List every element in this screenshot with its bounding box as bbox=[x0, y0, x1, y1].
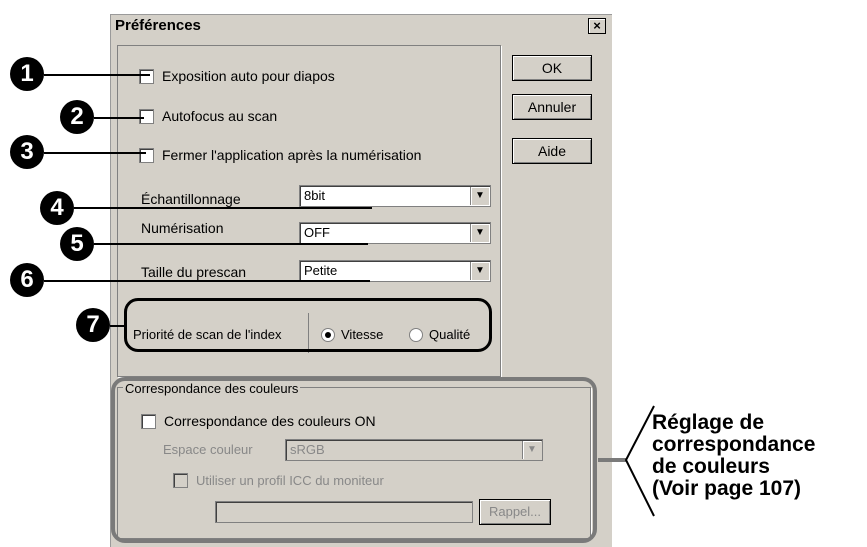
prescan-size-label: Taille du prescan bbox=[141, 264, 247, 280]
callout-4: 4 bbox=[40, 191, 74, 225]
color-matching-highlight bbox=[111, 377, 597, 543]
callout-2: 2 bbox=[60, 100, 94, 134]
annotation-line-1: Réglage de bbox=[652, 411, 765, 434]
callout-4-line bbox=[74, 207, 372, 209]
chevron-down-icon[interactable]: ▼ bbox=[470, 187, 489, 205]
sampling-value: 8bit bbox=[304, 188, 325, 203]
auto-exposure-row[interactable]: Exposition auto pour diapos bbox=[139, 66, 335, 86]
auto-exposure-checkbox[interactable] bbox=[139, 68, 154, 84]
scan-mode-select[interactable]: OFF ▼ bbox=[299, 222, 491, 244]
autofocus-row[interactable]: Autofocus au scan bbox=[139, 106, 277, 126]
sampling-label: Échantillonnage bbox=[141, 191, 241, 207]
dialog-title: Préférences bbox=[115, 17, 201, 34]
close-after-label: Fermer l'application après la numérisati… bbox=[162, 147, 422, 163]
callout-2-line bbox=[94, 117, 144, 119]
autofocus-label: Autofocus au scan bbox=[162, 108, 278, 124]
sampling-select[interactable]: 8bit ▼ bbox=[299, 185, 491, 207]
annotation-line-2: correspondance bbox=[652, 433, 816, 456]
callout-5: 5 bbox=[60, 227, 94, 261]
index-priority-highlight bbox=[124, 298, 492, 352]
callout-7-line bbox=[110, 325, 126, 327]
annotation-line-4: (Voir page 107) bbox=[652, 477, 801, 500]
callout-3-line bbox=[44, 152, 146, 154]
callout-6-line bbox=[44, 280, 370, 282]
callout-7: 7 bbox=[76, 308, 110, 342]
close-after-checkbox[interactable] bbox=[139, 147, 154, 163]
auto-exposure-label: Exposition auto pour diapos bbox=[162, 68, 335, 84]
ok-button[interactable]: OK bbox=[512, 55, 592, 81]
chevron-down-icon[interactable]: ▼ bbox=[470, 224, 489, 242]
cancel-button[interactable]: Annuler bbox=[512, 94, 592, 120]
callout-5-line bbox=[94, 243, 368, 245]
prescan-size-value: Petite bbox=[304, 263, 338, 278]
annotation-text: Réglage de correspondance de couleurs (V… bbox=[652, 412, 815, 500]
callout-3: 3 bbox=[10, 135, 44, 169]
annotation-line-3: de couleurs bbox=[652, 455, 770, 478]
callout-1: 1 bbox=[10, 57, 44, 91]
close-after-row[interactable]: Fermer l'application après la numérisati… bbox=[139, 145, 421, 165]
scan-mode-label: Numérisation bbox=[141, 220, 224, 236]
prescan-size-select[interactable]: Petite ▼ bbox=[299, 260, 491, 282]
callout-1-line bbox=[44, 74, 150, 76]
scan-mode-value: OFF bbox=[304, 225, 330, 240]
close-button[interactable]: × bbox=[588, 18, 606, 34]
help-button[interactable]: Aide bbox=[512, 138, 592, 164]
callout-6: 6 bbox=[10, 263, 44, 297]
chevron-down-icon[interactable]: ▼ bbox=[470, 262, 489, 280]
